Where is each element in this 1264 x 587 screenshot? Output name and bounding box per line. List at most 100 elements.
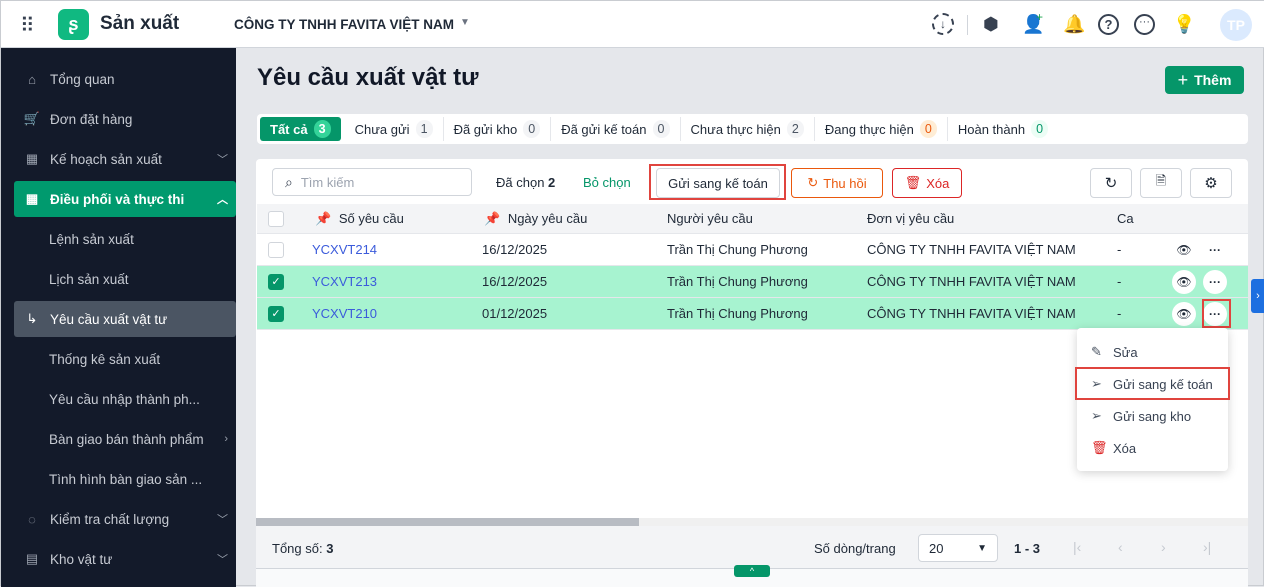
scrollbar-thumb[interactable] [256, 518, 639, 526]
deselect-link[interactable]: Bỏ chọn [583, 175, 631, 190]
sidebar-item-production-stats[interactable]: Thống kê sản xuất [14, 341, 236, 377]
package-icon[interactable]: ⬢ [983, 14, 999, 35]
top-header: ⠿ ʂ Sản xuất CÔNG TY TNHH FAVITA VIỆT NA… [1, 1, 1264, 48]
sidebar-item-material-warehouse[interactable]: ▤ Kho vật tư ﹀ [14, 541, 236, 577]
sidebar-item-semi-finished-handover[interactable]: Bàn giao bán thành phẩm › [14, 421, 236, 457]
shift: - [1117, 306, 1122, 321]
table-row[interactable]: ✓ YCXVT213 16/12/2025 Trần Thị Chung Phư… [257, 266, 1248, 298]
tab-sent-accounting[interactable]: Đã gửi kế toán 0 [551, 117, 681, 141]
requester: Trần Thị Chung Phương [667, 274, 808, 289]
request-unit: CÔNG TY TNHH FAVITA VIỆT NAM [867, 242, 1076, 257]
idea-book-icon[interactable]: 💡 [1173, 14, 1195, 35]
tab-not-executed[interactable]: Chưa thực hiện 2 [681, 117, 815, 141]
tab-in-progress[interactable]: Đang thực hiện 0 [815, 117, 948, 141]
view-eye-icon[interactable]: 👁 [1172, 270, 1196, 294]
more-actions-icon[interactable]: ··· [1203, 238, 1227, 262]
sidebar-item-quality-check[interactable]: ◌ Kiểm tra chất lượng ﹀ [14, 501, 236, 537]
company-selector[interactable]: CÔNG TY TNHH FAVITA VIỆT NAM ▼ [234, 17, 470, 32]
expand-up-icon[interactable]: ^ [734, 565, 770, 577]
sidebar-item-material-request[interactable]: ↳ Yêu cầu xuất vật tư [14, 301, 236, 337]
selected-count: Đã chọn 2 [496, 175, 555, 190]
column-header-code[interactable]: 📌 Số yêu cầu [315, 204, 404, 234]
table-row[interactable]: ✓ YCXVT210 01/12/2025 Trần Thị Chung Phư… [257, 298, 1248, 330]
view-eye-icon[interactable]: 👁 [1172, 238, 1196, 262]
column-header-requester[interactable]: Người yêu cầu [667, 204, 753, 234]
request-code-link[interactable]: YCXVT210 [312, 298, 377, 330]
avatar[interactable]: TP [1220, 9, 1252, 41]
add-label: Thêm [1194, 72, 1232, 88]
reload-button[interactable]: ↻ [1090, 168, 1132, 198]
export-button[interactable]: 🗎 [1140, 168, 1182, 198]
sidebar-item-production-order[interactable]: Lệnh sản xuất [14, 221, 236, 257]
select-all-checkbox[interactable] [268, 211, 284, 227]
sidebar-item-finished-goods-request[interactable]: Yêu cầu nhập thành ph... [14, 381, 236, 417]
column-header-unit[interactable]: Đơn vị yêu cầu [867, 204, 954, 234]
menu-item-delete[interactable]: 🗑 Xóa [1077, 432, 1228, 464]
last-page-icon[interactable]: ›| [1203, 539, 1211, 555]
app-name: Sản xuất [100, 13, 180, 34]
rows-per-page-value: 20 [929, 540, 944, 556]
request-date: 16/12/2025 [482, 274, 548, 289]
side-panel-toggle-icon[interactable]: › [1251, 279, 1264, 313]
rows-per-page-select[interactable]: 20 ▼ [918, 534, 998, 562]
row-checkbox[interactable]: ✓ [268, 306, 284, 322]
app-logo-icon: ʂ [58, 9, 89, 40]
help-icon[interactable]: ? [1098, 14, 1119, 35]
column-header-shift[interactable]: Ca sả [1117, 204, 1149, 234]
column-label: Số yêu cầu [338, 211, 404, 226]
settings-button[interactable]: ⚙ [1190, 168, 1232, 198]
tab-completed[interactable]: Hoàn thành 0 [948, 117, 1058, 141]
app-grid-icon[interactable]: ⠿ [20, 13, 35, 38]
more-actions-icon[interactable]: ··· [1203, 270, 1227, 294]
menu-item-edit[interactable]: ✎ Sửa [1077, 336, 1228, 368]
prev-page-icon[interactable]: ‹ [1118, 539, 1123, 555]
sidebar-item-orders[interactable]: 🛒 Đơn đặt hàng [14, 101, 236, 137]
sidebar: ⌂ Tổng quan 🛒 Đơn đặt hàng ▦ Kế hoạch sản x… [1, 48, 236, 587]
selected-label: Đã chọn [496, 175, 545, 190]
tab-not-sent[interactable]: Chưa gửi 1 [345, 117, 444, 141]
check-circle-icon: ◌ [28, 511, 36, 527]
shift: - [1117, 274, 1122, 289]
request-code-link[interactable]: YCXVT214 [312, 234, 377, 266]
tab-count: 0 [523, 120, 541, 138]
file-export-icon: 🗎 [1155, 173, 1167, 188]
menu-item-send-accounting[interactable]: ➢ Gửi sang kế toán [1077, 368, 1228, 400]
menu-item-send-warehouse[interactable]: ➢ Gửi sang kho [1077, 400, 1228, 432]
calendar-gear-icon: ▦ [25, 151, 39, 166]
tab-all[interactable]: Tất cả 3 [260, 117, 341, 141]
sidebar-item-production-schedule[interactable]: Lịch sản xuất [14, 261, 236, 297]
sidebar-item-label: Kế hoạch sản xuất [50, 151, 162, 167]
chevron-down-icon: ▼ [460, 17, 470, 28]
table-row[interactable]: YCXVT214 16/12/2025 Trần Thị Chung Phươn… [257, 234, 1248, 266]
view-eye-icon[interactable]: 👁 [1172, 302, 1196, 326]
sidebar-item-label: Yêu cầu xuất vật tư [50, 311, 168, 327]
row-checkbox[interactable] [268, 242, 284, 258]
search-input[interactable]: ⌕ Tìm kiếm [272, 168, 472, 196]
next-page-icon[interactable]: › [1161, 539, 1166, 555]
more-icon[interactable]: ··· [1134, 14, 1155, 35]
row-checkbox[interactable]: ✓ [268, 274, 284, 290]
bell-icon[interactable]: 🔔 [1063, 14, 1085, 35]
request-code-link[interactable]: YCXVT213 [312, 266, 377, 298]
sidebar-item-overview[interactable]: ⌂ Tổng quan [14, 61, 236, 97]
tab-sent-warehouse[interactable]: Đã gửi kho 0 [444, 117, 552, 141]
more-actions-icon[interactable]: ··· [1203, 302, 1227, 326]
sidebar-item-dispatch[interactable]: ▦ Điều phối và thực thi ︿ [14, 181, 236, 217]
status-tabs: Tất cả 3 Chưa gửi 1 Đã gửi kho 0 Đã gửi kế … [257, 114, 1248, 144]
pin-icon: 📌 [315, 211, 332, 226]
first-page-icon[interactable]: |‹ [1073, 539, 1081, 555]
sidebar-item-handover-status[interactable]: Tình hình bàn giao sản ... [14, 461, 236, 497]
send-accounting-button[interactable]: Gửi sang kế toán [656, 168, 780, 198]
menu-item-label: Gửi sang kế toán [1113, 376, 1213, 392]
plus-icon: + [1177, 69, 1189, 90]
add-button[interactable]: + Thêm [1165, 66, 1244, 94]
gear-icon: ⚙ [1204, 175, 1218, 192]
add-user-icon[interactable]: 👤 + [1022, 10, 1044, 35]
delete-button[interactable]: 🗑 Xóa [892, 168, 962, 198]
sidebar-item-production-plan[interactable]: ▦ Kế hoạch sản xuất ﹀ [14, 141, 236, 177]
trash-icon: 🗑 [904, 175, 922, 190]
column-header-date[interactable]: 📌 Ngày yêu cầu [484, 204, 587, 234]
sidebar-item-label: Bàn giao bán thành phẩm [49, 431, 204, 447]
download-icon[interactable]: ↓ [932, 13, 954, 35]
recall-button[interactable]: ↻ Thu hồi [791, 168, 883, 198]
